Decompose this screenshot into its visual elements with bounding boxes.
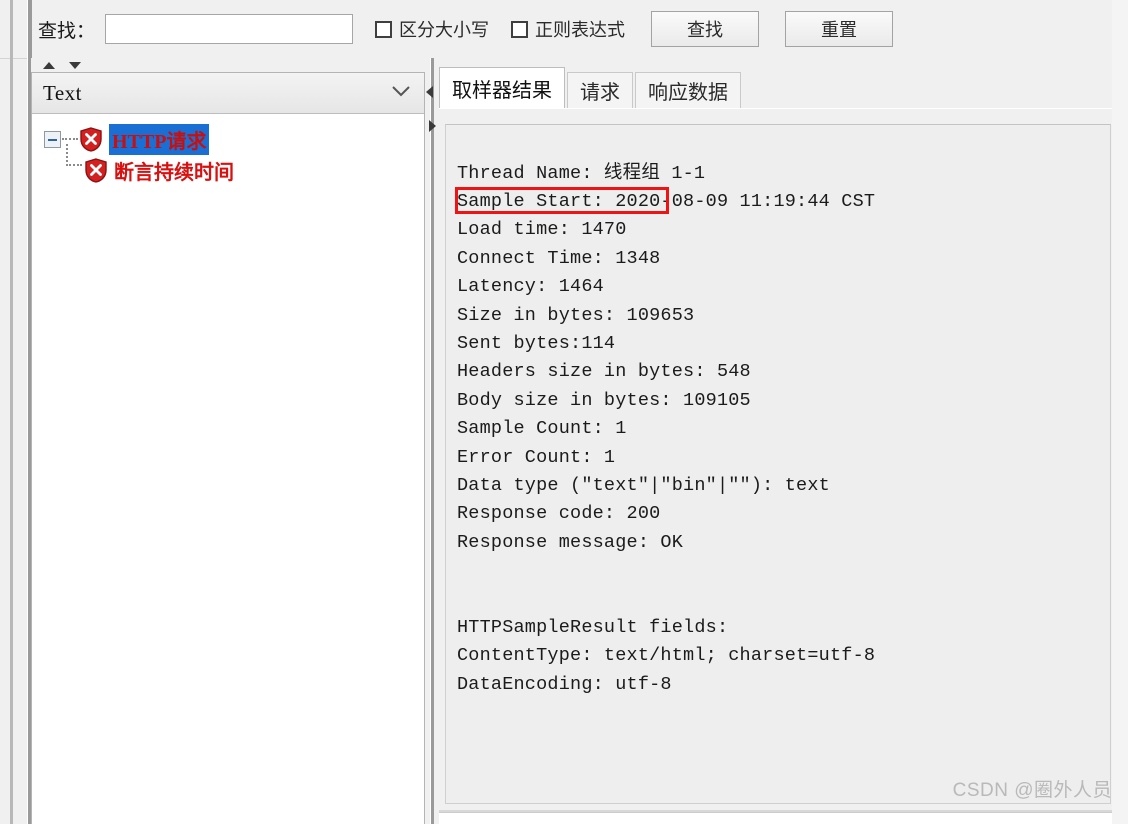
regex-checkbox[interactable]: 正则表达式 [511, 16, 625, 42]
window-left-splitter-rail [27, 0, 32, 58]
tab-response-data[interactable]: 响应数据 [635, 72, 741, 108]
checkbox-box-icon [375, 20, 393, 38]
bottom-status-strip [439, 812, 1128, 825]
case-sensitive-checkbox[interactable]: 区分大小写 [375, 16, 489, 42]
tab-underline [439, 108, 1128, 109]
window-left-rail [10, 0, 13, 58]
tree-type-combo[interactable]: Text [32, 73, 424, 114]
tab-request[interactable]: 请求 [567, 72, 633, 108]
case-sensitive-label: 区分大小写 [399, 20, 490, 40]
find-button[interactable]: 查找 [651, 11, 760, 47]
window-left-rail-lower [10, 58, 13, 824]
tree-node-label: 断言持续时间 [114, 161, 234, 184]
tree-type-value: Text [43, 80, 83, 105]
triangle-right-icon[interactable] [429, 120, 436, 132]
tree-dot-connector [62, 137, 78, 141]
triangle-left-icon[interactable] [426, 86, 433, 98]
tree-node-http-request[interactable]: HTTP请求 [32, 123, 424, 155]
chevron-down-icon [392, 86, 410, 97]
tree-node-list[interactable]: HTTP请求 断言持续时间 [32, 114, 424, 824]
tree-panel: Text HTTP请求 断言持续时间 [31, 72, 425, 824]
split-divider-bar [430, 58, 434, 824]
regex-label: 正则表达式 [535, 20, 626, 40]
search-input[interactable] [105, 14, 354, 44]
jmeter-result-tree-window: 查找： 区分大小写 正则表达式 查找 重置 Text HTTP请求 断言持续时间… [0, 0, 1128, 825]
sampler-result-text: Thread Name: 线程组 1-1 Sample Start: 2020-… [457, 162, 876, 695]
search-label: 查找： [38, 20, 96, 42]
checkbox-box-icon [511, 20, 529, 38]
vertical-split-divider[interactable] [425, 58, 439, 824]
error-shield-icon [85, 157, 107, 183]
tab-sampler-result[interactable]: 取样器结果 [439, 67, 565, 108]
triangle-up-icon[interactable] [43, 62, 55, 69]
csdn-watermark: CSDN @圈外人员 [952, 780, 1112, 801]
tree-node-duration-assertion[interactable]: 断言持续时间 [32, 155, 424, 185]
error-shield-icon [80, 126, 102, 152]
results-panel: 取样器结果 请求 响应数据 Thread Name: 线程组 1-1 Sampl… [439, 58, 1128, 824]
split-pane-expanders [31, 58, 425, 73]
collapse-toggle-icon[interactable] [44, 130, 61, 148]
search-toolbar: 查找： 区分大小写 正则表达式 查找 重置 [0, 0, 1128, 59]
reset-button[interactable]: 重置 [785, 11, 894, 47]
right-edge-strip [1112, 0, 1128, 824]
triangle-down-icon[interactable] [69, 62, 81, 69]
sampler-result-textarea[interactable]: Thread Name: 线程组 1-1 Sample Start: 2020-… [445, 124, 1111, 804]
tree-node-label: HTTP请求 [109, 123, 210, 155]
results-tab-strip: 取样器结果 请求 响应数据 [439, 67, 743, 108]
